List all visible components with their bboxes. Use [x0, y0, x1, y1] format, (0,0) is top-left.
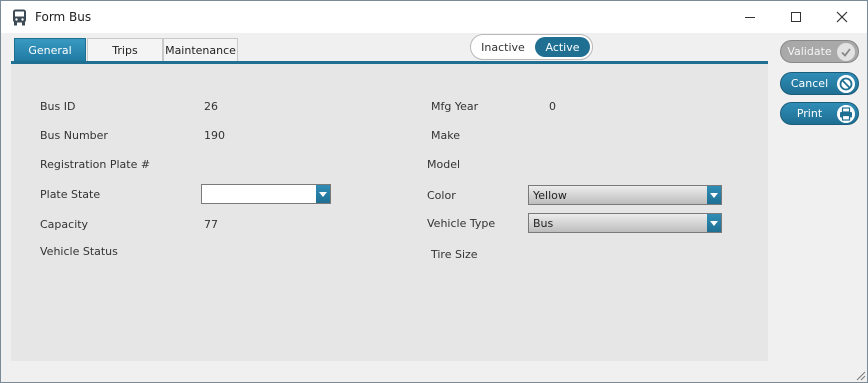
registration-plate-label: Registration Plate #	[40, 158, 151, 171]
status-toggle[interactable]: Inactive Active	[470, 34, 593, 60]
minimize-button[interactable]	[727, 1, 773, 33]
tab-general[interactable]: General	[14, 38, 86, 61]
print-button[interactable]: Print	[780, 102, 859, 125]
maximize-icon	[791, 12, 801, 22]
mfg-year-label: Mfg Year	[431, 100, 479, 113]
validate-label: Validate	[787, 45, 832, 58]
maximize-button[interactable]	[773, 1, 819, 33]
bus-number-value: 190	[204, 129, 225, 142]
tab-underline	[11, 61, 768, 64]
validate-button[interactable]: Validate	[780, 40, 859, 63]
form-bus-window: Form Bus General Trips Maintenance Inact…	[0, 0, 868, 383]
bus-number-label: Bus Number	[40, 129, 108, 142]
model-label: Model	[427, 158, 461, 171]
plate-state-select[interactable]	[201, 184, 331, 204]
plate-state-label: Plate State	[40, 188, 101, 201]
printer-icon	[837, 105, 855, 123]
toggle-active[interactable]: Active	[535, 37, 590, 57]
vehicle-type-label: Vehicle Type	[427, 217, 496, 230]
vehicle-type-value: Bus	[533, 216, 554, 230]
chevron-down-icon[interactable]	[316, 185, 330, 203]
cancel-icon	[837, 75, 855, 93]
color-label: Color	[427, 189, 456, 202]
bus-id-label: Bus ID	[40, 100, 76, 113]
chevron-down-icon[interactable]	[707, 214, 721, 232]
tab-maintenance[interactable]: Maintenance	[163, 38, 238, 61]
mfg-year-value: 0	[549, 100, 556, 113]
close-button[interactable]	[819, 1, 865, 33]
color-select[interactable]: Yellow	[528, 185, 722, 205]
vehicle-status-label: Vehicle Status	[40, 245, 118, 258]
capacity-value: 77	[204, 218, 218, 231]
cancel-label: Cancel	[790, 77, 829, 90]
window-title: Form Bus	[35, 10, 92, 24]
capacity-label: Capacity	[40, 218, 89, 231]
vehicle-type-select[interactable]: Bus	[528, 213, 722, 233]
toggle-inactive[interactable]: Inactive	[474, 37, 532, 57]
make-label: Make	[431, 129, 460, 142]
close-icon	[836, 11, 848, 23]
check-icon	[837, 43, 855, 61]
chevron-down-icon[interactable]	[707, 186, 721, 204]
tire-size-label: Tire Size	[431, 248, 478, 261]
bus-id-value: 26	[204, 100, 218, 113]
print-label: Print	[796, 107, 823, 120]
minimize-icon	[745, 17, 755, 18]
color-value: Yellow	[533, 188, 567, 202]
cancel-button[interactable]: Cancel	[780, 72, 859, 95]
resize-grip-icon[interactable]	[854, 369, 866, 381]
title-bar[interactable]: Form Bus	[1, 1, 867, 33]
bus-icon	[13, 9, 26, 26]
tab-trips[interactable]: Trips	[87, 38, 163, 61]
general-panel	[11, 61, 768, 361]
